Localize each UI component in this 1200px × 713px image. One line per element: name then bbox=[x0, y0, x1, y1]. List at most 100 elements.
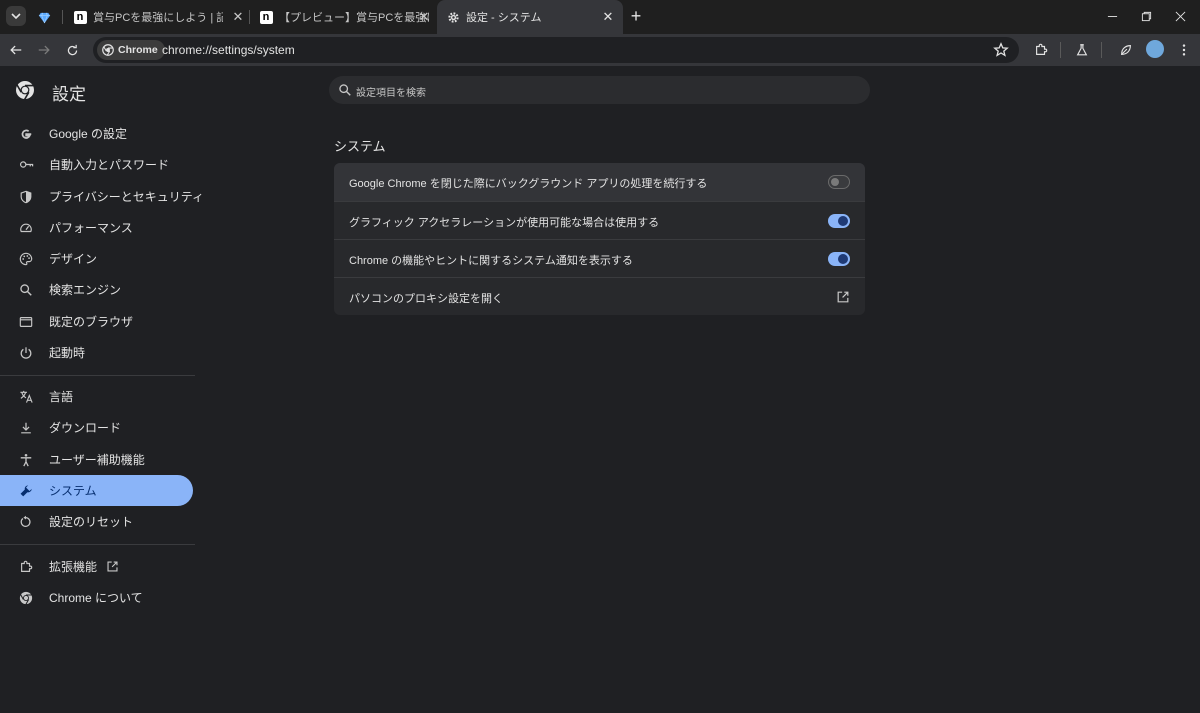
sidebar-item-label: 拡張機能 bbox=[49, 560, 98, 574]
sidebar-item-downloads[interactable]: ダウンロード bbox=[0, 412, 193, 443]
gem-icon bbox=[37, 10, 51, 24]
tab-search-button[interactable] bbox=[6, 6, 26, 26]
gear-icon bbox=[446, 10, 460, 24]
setting-label: パソコンのプロキシ設定を開く bbox=[349, 293, 503, 305]
sidebar-item-label: 自動入力とパスワード bbox=[49, 158, 170, 172]
sidebar-item-privacy[interactable]: プライバシーとセキュリティ bbox=[0, 181, 204, 212]
setting-row-hardware-acceleration[interactable]: グラフィック アクセラレーションが使用可能な場合は使用する bbox=[334, 202, 865, 240]
sidebar-item-label: プライバシーとセキュリティ bbox=[49, 190, 205, 204]
minimize-icon[interactable] bbox=[1104, 8, 1120, 24]
tab-article-edit[interactable]: n 賞与PCを最強にしよう | 記事編集 ✕ bbox=[64, 0, 250, 34]
sidebar-item-label: 設定のリセット bbox=[49, 515, 134, 529]
system-settings-card: Google Chrome を閉じた際にバックグラウンド アプリの処理を続行する… bbox=[334, 163, 865, 315]
reload-button[interactable] bbox=[62, 40, 82, 60]
tab-title: 【プレビュー】賞与PCを最強にしよう bbox=[279, 12, 429, 24]
tab-title: 設定 - システム bbox=[466, 12, 542, 24]
setting-label: Google Chrome を閉じた際にバックグラウンド アプリの処理を続行する bbox=[349, 178, 708, 190]
note-n-icon: n bbox=[259, 10, 273, 24]
close-icon[interactable]: ✕ bbox=[230, 9, 246, 25]
avatar[interactable] bbox=[1146, 40, 1164, 58]
tab-strip: n 賞与PCを最強にしよう | 記事編集 ✕ n 【プレビュー】賞与PCを最強に… bbox=[0, 0, 1200, 34]
sidebar-item-label: デザイン bbox=[49, 252, 98, 266]
sidebar-item-search-engine[interactable]: 検索エンジン bbox=[0, 274, 193, 305]
sidebar-item-system[interactable]: システム bbox=[0, 475, 193, 506]
setting-row-proxy[interactable]: パソコンのプロキシ設定を開く bbox=[334, 278, 865, 315]
sidebar-item-label: システム bbox=[49, 484, 97, 498]
reload-icon bbox=[67, 44, 77, 55]
tab-settings-system[interactable]: 設定 - システム ✕ bbox=[437, 0, 623, 34]
page-title: 設定 bbox=[52, 85, 86, 104]
key-icon bbox=[18, 157, 34, 173]
google-g-icon bbox=[18, 126, 34, 142]
setting-row-system-notifications[interactable]: Chrome の機能やヒントに関するシステム通知を表示する bbox=[334, 240, 865, 278]
sidebar-item-about-chrome[interactable]: Chrome について bbox=[0, 582, 193, 613]
tab-title: 賞与PCを最強にしよう | 記事編集 bbox=[93, 12, 223, 24]
settings-search-input[interactable]: 設定項目を検索 bbox=[329, 76, 870, 104]
background-apps-toggle[interactable] bbox=[828, 175, 850, 189]
sidebar-item-label: Chrome について bbox=[49, 591, 143, 605]
toolbar: Chrome chrome://settings/system bbox=[0, 34, 1200, 66]
flask-icon[interactable] bbox=[1072, 40, 1092, 60]
sidebar-item-label: ユーザー補助機能 bbox=[49, 453, 145, 467]
sidebar-item-default-browser[interactable]: 既定のブラウザ bbox=[0, 306, 193, 337]
tab-separator bbox=[62, 10, 63, 24]
sidebar-item-label: 言語 bbox=[49, 390, 74, 404]
restore-icon[interactable] bbox=[1138, 8, 1154, 24]
wrench-icon bbox=[18, 483, 34, 499]
sidebar-item-label: 既定のブラウザ bbox=[49, 315, 134, 329]
tab-preview[interactable]: n 【プレビュー】賞与PCを最強にしよう ✕ bbox=[250, 0, 436, 34]
back-button[interactable] bbox=[6, 40, 26, 60]
chrome-icon bbox=[18, 590, 34, 606]
toolbar-separator bbox=[1060, 42, 1061, 58]
setting-label: グラフィック アクセラレーションが使用可能な場合は使用する bbox=[349, 217, 660, 229]
new-tab-button[interactable]: + bbox=[627, 7, 645, 26]
arrow-left-icon bbox=[10, 45, 22, 55]
star-icon[interactable] bbox=[993, 42, 1009, 58]
address-bar[interactable]: Chrome chrome://settings/system bbox=[93, 37, 1019, 63]
chip-label: Chrome bbox=[118, 44, 158, 56]
site-info-chip[interactable]: Chrome bbox=[97, 40, 165, 60]
speedometer-icon bbox=[18, 220, 34, 236]
close-icon[interactable]: ✕ bbox=[416, 9, 432, 25]
sidebar-item-autofill[interactable]: 自動入力とパスワード bbox=[0, 149, 193, 180]
arrow-right-icon bbox=[38, 45, 50, 55]
sidebar-item-label: ダウンロード bbox=[49, 421, 122, 435]
extensions-puzzle-icon[interactable] bbox=[1031, 40, 1051, 60]
close-icon[interactable]: ✕ bbox=[600, 9, 616, 25]
setting-row-background-apps[interactable]: Google Chrome を閉じた際にバックグラウンド アプリの処理を続行する bbox=[334, 163, 865, 201]
sidebar-item-languages[interactable]: 言語 bbox=[0, 381, 193, 412]
sidebar-item-on-startup[interactable]: 起動時 bbox=[0, 337, 193, 368]
search-icon bbox=[18, 282, 34, 298]
sidebar-item-label: Google の設定 bbox=[49, 127, 128, 141]
toolbar-separator bbox=[1101, 42, 1102, 58]
setting-label: Chrome の機能やヒントに関するシステム通知を表示する bbox=[349, 255, 633, 267]
sidebar-item-extensions[interactable]: 拡張機能 bbox=[0, 551, 193, 582]
external-link-icon[interactable] bbox=[836, 290, 850, 304]
pinned-tab[interactable] bbox=[34, 0, 60, 34]
sidebar-item-appearance[interactable]: デザイン bbox=[0, 243, 193, 274]
translate-icon bbox=[18, 389, 34, 405]
close-window-icon[interactable] bbox=[1172, 8, 1188, 24]
forward-button[interactable] bbox=[34, 40, 54, 60]
sidebar-item-reset[interactable]: 設定のリセット bbox=[0, 506, 193, 537]
chrome-logo-icon bbox=[16, 81, 34, 100]
section-title: システム bbox=[334, 139, 386, 154]
chevron-down-icon bbox=[11, 13, 21, 20]
sidebar-item-accessibility[interactable]: ユーザー補助機能 bbox=[0, 444, 193, 475]
sidebar-item-google[interactable]: Google の設定 bbox=[0, 118, 193, 149]
reset-icon bbox=[18, 514, 34, 530]
url-text[interactable]: chrome://settings/system bbox=[162, 43, 295, 57]
sidebar-item-label: 検索エンジン bbox=[49, 283, 122, 297]
hardware-acceleration-toggle[interactable] bbox=[828, 214, 850, 228]
palette-icon bbox=[18, 251, 34, 267]
sidebar-item-label: パフォーマンス bbox=[49, 221, 133, 235]
search-placeholder: 設定項目を検索 bbox=[356, 88, 426, 99]
puzzle-icon bbox=[18, 559, 34, 575]
system-notifications-toggle[interactable] bbox=[828, 252, 850, 266]
leaf-extension-icon[interactable] bbox=[1116, 40, 1136, 60]
chrome-icon bbox=[102, 44, 114, 56]
browser-window-icon bbox=[18, 314, 34, 330]
menu-dots-icon[interactable] bbox=[1174, 40, 1194, 60]
sidebar-divider bbox=[0, 375, 195, 376]
sidebar-item-performance[interactable]: パフォーマンス bbox=[0, 212, 193, 243]
